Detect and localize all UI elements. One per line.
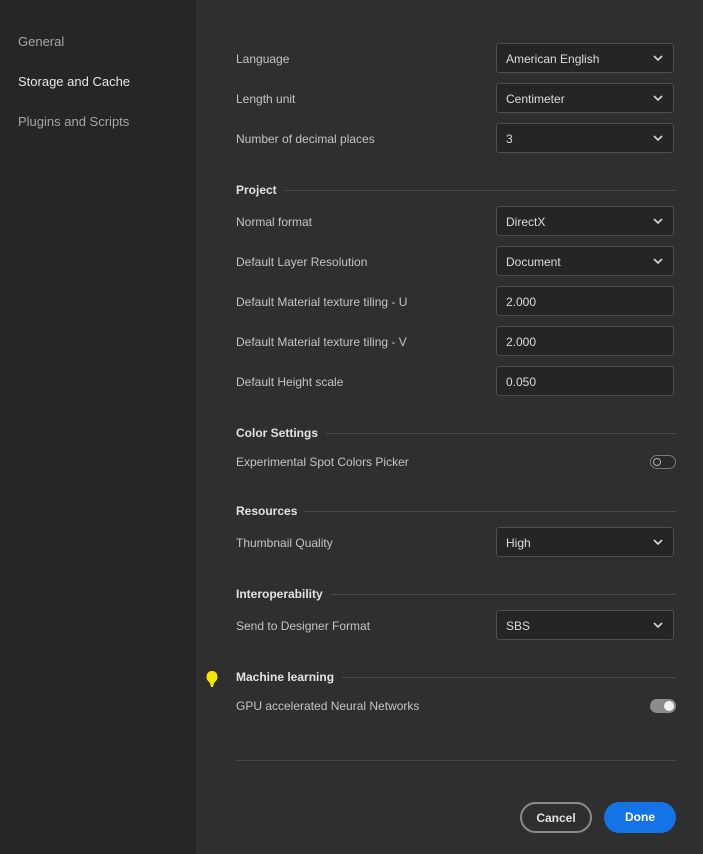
tiling-u-value: 2.000	[506, 295, 537, 309]
chevron-down-icon	[653, 55, 663, 62]
tiling-v-row: Default Material texture tiling - V 2.00…	[236, 326, 676, 358]
section-title-machine-learning: Machine learning	[236, 669, 343, 685]
language-label: Language	[236, 52, 290, 66]
decimal-places-label: Number of decimal places	[236, 132, 375, 146]
section-divider	[236, 190, 676, 191]
chevron-down-icon	[653, 539, 663, 546]
layer-resolution-value: Document	[506, 255, 561, 269]
tiling-u-input[interactable]: 2.000	[496, 286, 674, 316]
cancel-button[interactable]: Cancel	[520, 802, 592, 833]
chevron-down-icon	[653, 135, 663, 142]
sidebar-item-general[interactable]: General	[18, 34, 64, 49]
language-row: Language American English	[236, 43, 676, 75]
designer-format-value: SBS	[506, 619, 531, 633]
height-scale-row: Default Height scale 0.050	[236, 366, 676, 398]
gpu-networks-row: GPU accelerated Neural Networks	[236, 690, 676, 722]
normal-format-row: Normal format DirectX	[236, 206, 676, 238]
sidebar: General Storage and Cache Plugins and Sc…	[0, 0, 196, 854]
sidebar-item-plugins-and-scripts[interactable]: Plugins and Scripts	[18, 114, 129, 129]
length-unit-value: Centimeter	[506, 92, 565, 106]
toggle-knob	[664, 701, 674, 711]
language-value: American English	[506, 52, 600, 66]
cursor-highlight-marker	[206, 671, 218, 687]
tiling-v-value: 2.000	[506, 335, 537, 349]
section-title-resources: Resources	[236, 503, 306, 519]
height-scale-label: Default Height scale	[236, 375, 344, 389]
designer-format-select[interactable]: SBS	[496, 610, 674, 640]
decimal-places-value: 3	[506, 132, 513, 146]
language-select[interactable]: American English	[496, 43, 674, 73]
section-title-project: Project	[236, 182, 285, 198]
section-machine-learning: Machine learning	[236, 669, 676, 685]
height-scale-input[interactable]: 0.050	[496, 366, 674, 396]
tiling-u-row: Default Material texture tiling - U 2.00…	[236, 286, 676, 318]
section-color-settings: Color Settings	[236, 425, 676, 441]
gpu-networks-toggle[interactable]	[650, 699, 676, 713]
tiling-v-label: Default Material texture tiling - V	[236, 335, 407, 349]
section-resources: Resources	[236, 503, 676, 519]
designer-format-label: Send to Designer Format	[236, 619, 371, 633]
section-project: Project	[236, 182, 676, 198]
thumbnail-quality-label: Thumbnail Quality	[236, 536, 333, 550]
chevron-down-icon	[653, 95, 663, 102]
chevron-down-icon	[653, 622, 663, 629]
layer-resolution-label: Default Layer Resolution	[236, 255, 368, 269]
thumbnail-quality-select[interactable]: High	[496, 527, 674, 557]
thumbnail-quality-row: Thumbnail Quality High	[236, 527, 676, 559]
layer-resolution-select[interactable]: Document	[496, 246, 674, 276]
decimal-places-select[interactable]: 3	[496, 123, 674, 153]
designer-format-row: Send to Designer Format SBS	[236, 610, 676, 642]
toggle-knob	[653, 457, 661, 466]
section-title-color-settings: Color Settings	[236, 425, 327, 441]
height-scale-value: 0.050	[506, 375, 537, 389]
settings-panel: Language American English Length unit Ce…	[196, 0, 703, 854]
sidebar-item-storage-and-cache[interactable]: Storage and Cache	[18, 74, 130, 89]
section-interoperability: Interoperability	[236, 586, 676, 602]
length-unit-row: Length unit Centimeter	[236, 83, 676, 115]
length-unit-select[interactable]: Centimeter	[496, 83, 674, 113]
chevron-down-icon	[653, 258, 663, 265]
chevron-down-icon	[653, 218, 663, 225]
thumbnail-quality-value: High	[506, 536, 531, 550]
normal-format-label: Normal format	[236, 215, 313, 229]
decimal-places-row: Number of decimal places 3	[236, 123, 676, 155]
tiling-v-input[interactable]: 2.000	[496, 326, 674, 356]
tiling-u-label: Default Material texture tiling - U	[236, 295, 408, 309]
spot-colors-label: Experimental Spot Colors Picker	[236, 455, 409, 469]
footer-divider	[236, 760, 676, 761]
gpu-networks-label: GPU accelerated Neural Networks	[236, 699, 420, 713]
spot-colors-toggle[interactable]	[650, 455, 676, 469]
done-button[interactable]: Done	[604, 802, 676, 833]
length-unit-label: Length unit	[236, 92, 296, 106]
section-title-interoperability: Interoperability	[236, 586, 331, 602]
normal-format-value: DirectX	[506, 215, 546, 229]
layer-resolution-row: Default Layer Resolution Document	[236, 246, 676, 278]
normal-format-select[interactable]: DirectX	[496, 206, 674, 236]
spot-colors-row: Experimental Spot Colors Picker	[236, 446, 676, 478]
